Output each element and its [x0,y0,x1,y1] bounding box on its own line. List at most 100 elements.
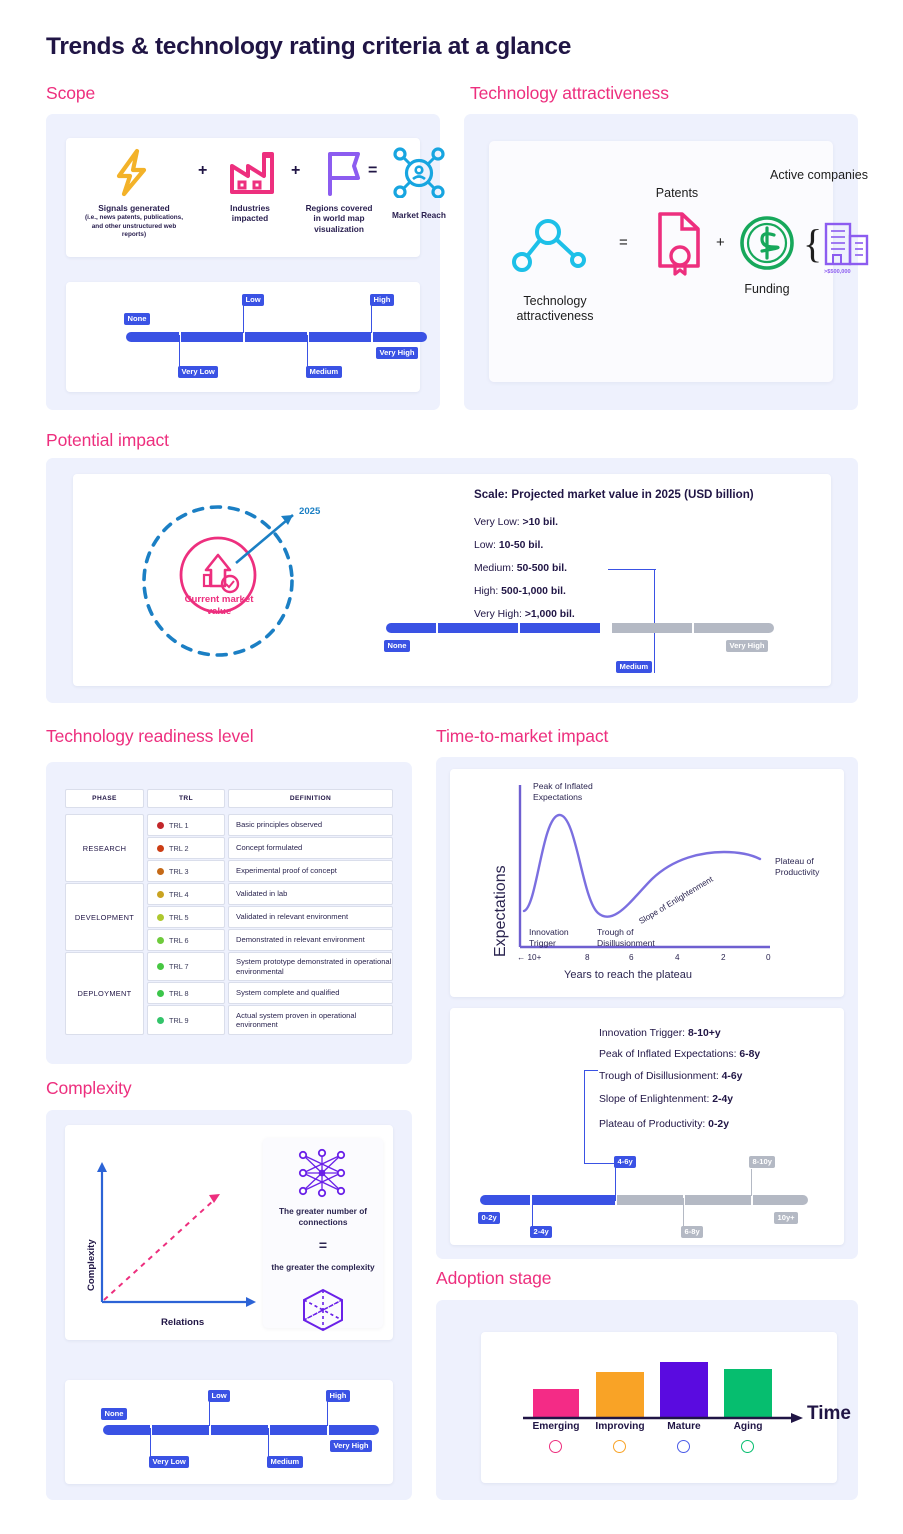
page-title: Trends & technology rating criteria at a… [46,33,572,60]
trl-status-dot [157,913,164,921]
scope-operator-2: + [291,162,301,179]
scope-item-market-reach: Market Reach [381,146,457,220]
trl-definition: Validated in relevant environment [228,906,393,928]
ttm-scale-label-10y-plus: 10y+ [774,1212,799,1224]
trl-header-phase: PHASE [65,789,144,808]
company-threshold-label: >$500,000 [824,269,851,275]
section-title-scope: Scope [46,83,96,103]
ttm-scale-label-0-2y: 0-2y [478,1212,501,1224]
trl-definition: System prototype demonstrated in operati… [228,952,393,981]
panel-potential-impact: Current market value 2025 Scale: Project… [46,458,858,703]
trl-definition: Basic principles observed [228,814,393,836]
complexity-note-top: The greater number of connections [278,1206,368,1227]
trl-definition: Experimental proof of concept [228,860,393,882]
patents-label: Patents [655,186,699,200]
trl-code: TRL 8 [169,988,189,998]
pi-scale-label-none: None [384,640,410,652]
section-title-potential-impact: Potential impact [46,430,169,450]
table-row: TRL 4 [147,883,225,905]
trl-status-dot [157,890,164,898]
trl-code: TRL 9 [169,1015,189,1025]
section-title-tech-attractiveness: Technology attractiveness [470,83,669,103]
complexity-x-axis-label: Relations [161,1317,205,1328]
trl-code: TRL 4 [169,889,189,899]
potential-impact-rating-scale: None Medium Very High [46,458,858,703]
network-connections-icon [298,1148,346,1198]
complexity-y-axis-label: Complexity [86,1239,97,1291]
infographic-page: Trends & technology rating criteria at a… [0,0,903,1534]
network-node-icon [512,219,586,272]
adoption-ring-emerging [549,1440,562,1453]
adoption-time-label: Time [807,1403,852,1424]
ttm-scale-label-4-6y: 4-6y [614,1156,637,1168]
ttm-scale-label-8-10y: 8-10y [749,1156,776,1168]
scope-scale-label-medium: Medium [306,366,342,378]
complexity-scale-label-very-low: Very Low [149,1456,190,1468]
scope-item-signals: Signals generated (i.e., news patents, p… [74,146,194,239]
trl-phase-development: DEVELOPMENT [65,883,144,951]
scope-subcaption: (i.e., news patents, publications, and o… [84,214,183,239]
adoption-bar-mature [660,1362,708,1417]
scope-caption: Regions covered in world map visualizati… [305,203,373,234]
scope-caption: Signals generated [98,203,170,213]
patent-document-icon [658,212,700,276]
flag-icon [328,152,360,196]
tech-attractiveness-plus: + [716,234,725,251]
scope-item-industries: Industries impacted [214,146,286,224]
adoption-ring-improving [613,1440,626,1453]
scope-scale-label-low: Low [242,294,265,306]
funding-label: Funding [744,282,790,296]
panel-trl: PHASE TRL DEFINITION RESEARCH DEVELOPMEN… [46,762,412,1064]
panel-tech-attractiveness: Technology attractiveness = Patents + Fu… [464,114,869,410]
pi-scale-label-very-high: Very High [726,640,769,652]
trl-table: PHASE TRL DEFINITION RESEARCH DEVELOPMEN… [46,762,412,1064]
trl-phase-deployment: DEPLOYMENT [65,952,144,1035]
complexity-scale-label-low: Low [208,1390,231,1402]
trl-definition: Validated in lab [228,883,393,905]
complexity-scale-label-none: None [101,1408,127,1420]
section-title-trl: Technology readiness level [46,726,254,746]
lightning-bolt-icon [116,148,147,197]
table-row: TRL 3 [147,860,225,882]
trl-code: TRL 6 [169,935,189,945]
complexity-scale-label-very-high: Very High [330,1440,373,1452]
trl-header-definition: DEFINITION [228,789,393,808]
trl-code: TRL 7 [169,962,189,971]
adoption-ring-mature [677,1440,690,1453]
trl-definition: Concept formulated [228,837,393,859]
trl-code: TRL 3 [169,866,189,876]
trl-status-dot [157,867,164,875]
trl-status-dot [157,844,164,852]
polyhedron-icon [303,1288,343,1332]
scope-caption: Market Reach [392,210,446,220]
table-row: TRL 1 [147,814,225,836]
scope-scale-label-none: None [124,313,150,325]
complexity-note-equals: = [318,1237,328,1253]
tech-attractiveness-label: Technology attractiveness [516,294,594,323]
panel-complexity: Complexity Relations The greater number … [46,1110,412,1500]
adoption-label-improving: Improving [595,1421,645,1432]
trl-code: TRL 5 [169,912,189,922]
ttm-scale-label-6-8y: 6-8y [681,1226,704,1238]
adoption-label-emerging: Emerging [532,1421,580,1432]
panel-adoption-stage: Emerging Improving Mature Aging Time [436,1300,858,1500]
table-row: TRL 9 [147,1005,225,1035]
tech-attractiveness-equals: = [619,234,628,251]
adoption-ring-aging [741,1440,754,1453]
section-title-time-to-market: Time-to-market impact [436,726,609,746]
adoption-label-aging: Aging [733,1421,763,1432]
network-reach-icon [393,147,445,199]
office-buildings-icon [824,222,869,266]
scope-scale-label-high: High [370,294,394,306]
complexity-rating-scale: None Very Low Low Medium High Very High [65,1380,393,1484]
scope-operator-1: + [198,162,208,179]
trl-code: TRL 1 [169,820,189,830]
trl-status-dot [157,989,164,997]
complexity-axes [97,1162,256,1307]
scope-scale-label-very-high: Very High [376,347,419,359]
panel-time-to-market: Expectations Peak of Inflated Expectatio… [436,757,858,1259]
scope-scale-label-very-low: Very Low [178,366,219,378]
trl-definition: Actual system proven in operational envi… [228,1005,393,1035]
ttm-scale-label-2-4y: 2-4y [530,1226,553,1238]
table-row: TRL 2 [147,837,225,859]
